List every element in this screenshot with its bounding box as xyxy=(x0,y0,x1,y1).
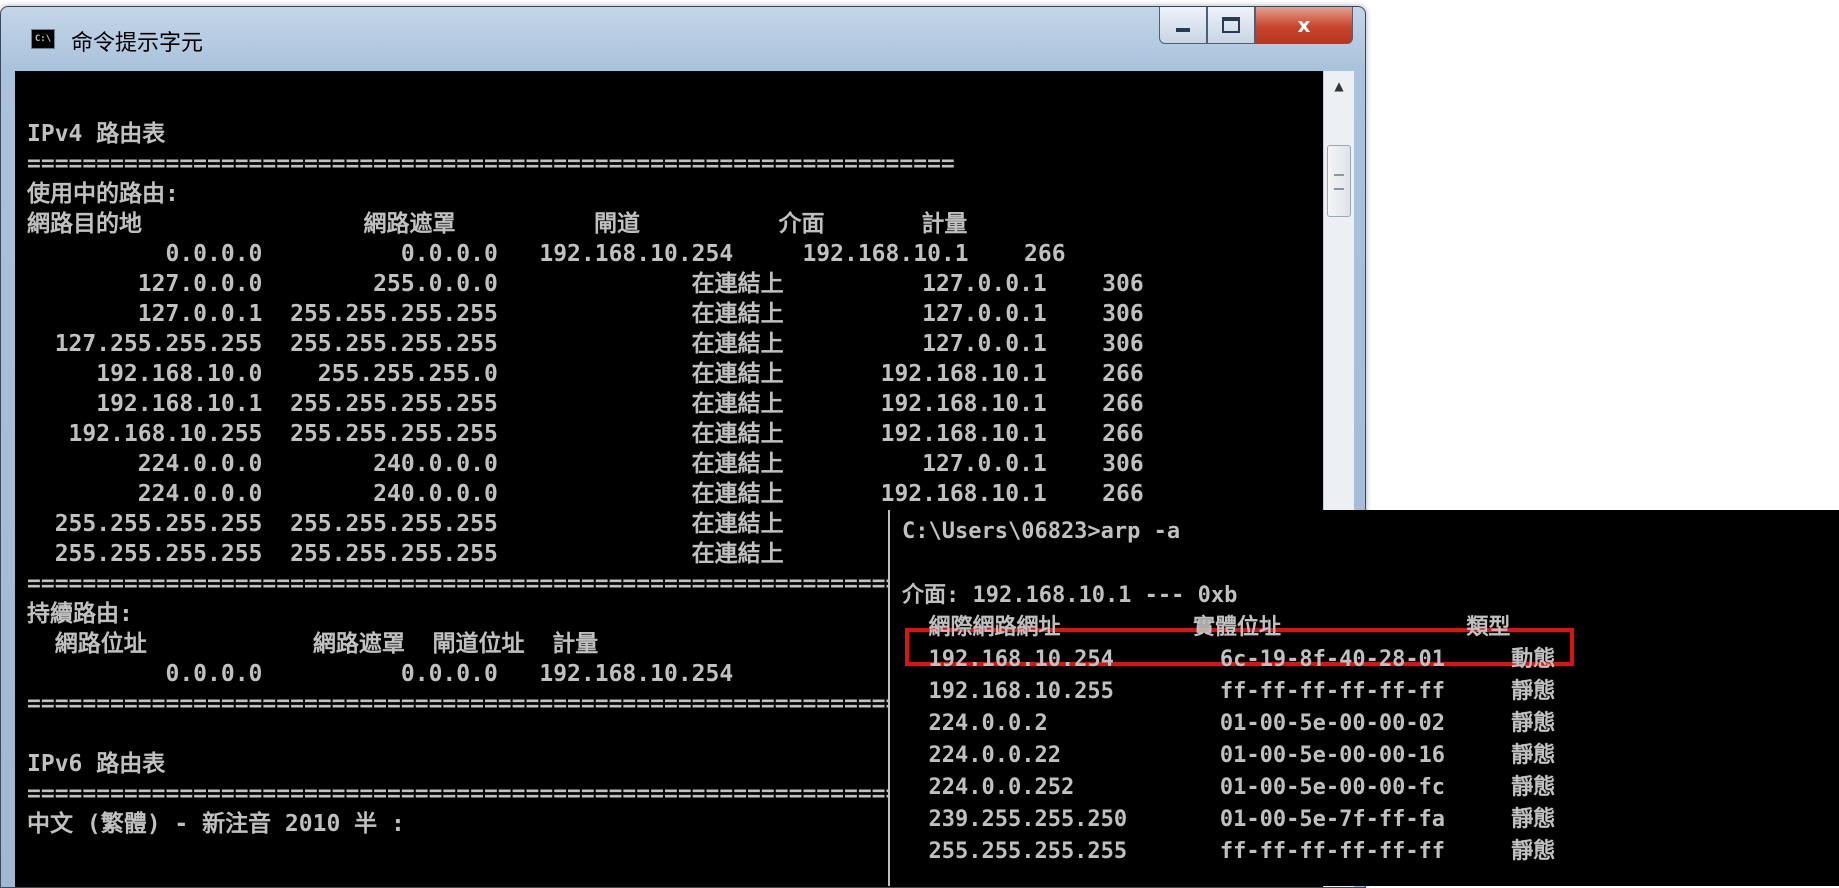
console-line: 224.0.0.252 01-00-5e-00-00-fc 靜態 xyxy=(902,775,1556,800)
title-bar[interactable]: C:\ 命令提示字元 x xyxy=(1,7,1365,71)
console-line: 192.168.10.255 ff-ff-ff-ff-ff-ff 靜態 xyxy=(902,679,1556,704)
window-controls: x xyxy=(1159,7,1353,45)
maximize-button[interactable] xyxy=(1207,7,1255,44)
minimize-button[interactable] xyxy=(1159,7,1207,44)
console-line: 255.255.255.255 255.255.255.255 在連結上 xyxy=(27,541,784,567)
console-line: 127.255.255.255 255.255.255.255 在連結上 127… xyxy=(27,331,1144,357)
console-line: 224.0.0.2 01-00-5e-00-00-02 靜態 xyxy=(902,711,1556,736)
console-line: IPv4 路由表 xyxy=(27,121,166,147)
console-line: 255.255.255.255 255.255.255.255 在連結上 xyxy=(27,511,784,537)
console-line: IPv6 路由表 xyxy=(27,751,166,777)
scroll-thumb[interactable] xyxy=(1327,145,1351,217)
console-line: 224.0.0.0 240.0.0.0 在連結上 127.0.0.1 306 xyxy=(27,451,1144,477)
console-line: 239.255.255.250 01-00-5e-7f-ff-fa 靜態 xyxy=(902,807,1556,832)
console-line: C:\Users\06823>arp -a xyxy=(902,519,1181,544)
console-line: 持續路由: xyxy=(27,601,133,627)
console-line: 192.168.10.0 255.255.255.0 在連結上 192.168.… xyxy=(27,361,1144,387)
console-line: 0.0.0.0 0.0.0.0 192.168.10.254 xyxy=(27,661,734,687)
console-line: ========================================… xyxy=(27,151,955,177)
scroll-up-arrow-icon[interactable]: ▲ xyxy=(1324,71,1354,101)
console-line: 192.168.10.1 255.255.255.255 在連結上 192.16… xyxy=(27,391,1144,417)
close-button[interactable]: x xyxy=(1255,7,1353,44)
console-line: 192.168.10.254 6c-19-8f-40-28-01 動態 xyxy=(902,647,1556,672)
minimize-icon xyxy=(1176,28,1190,32)
console-line: 使用中的路由: xyxy=(27,181,179,207)
console-line: 127.0.0.1 255.255.255.255 在連結上 127.0.0.1… xyxy=(27,301,1144,327)
console-line: 網際網路網址 實體位址 類型 xyxy=(902,615,1511,640)
cmd-icon: C:\ xyxy=(31,29,55,49)
console-line: 中文 (繁體) - 新注音 2010 半 : xyxy=(27,811,405,837)
console-line: 224.0.0.0 240.0.0.0 在連結上 192.168.10.1 26… xyxy=(27,481,1144,507)
window-title: 命令提示字元 xyxy=(71,31,204,56)
console-line: 介面: 192.168.10.1 --- 0xb xyxy=(902,583,1238,608)
console-line: 255.255.255.255 ff-ff-ff-ff-ff-ff 靜態 xyxy=(902,839,1556,864)
console-line: 127.0.0.0 255.0.0.0 在連結上 127.0.0.1 306 xyxy=(27,271,1144,297)
console-line: 網路位址 網路遮罩 閘道位址 計量 xyxy=(27,631,599,657)
scroll-grip-icon xyxy=(1334,174,1344,190)
console-line: ========================================… xyxy=(27,571,955,597)
maximize-icon xyxy=(1222,17,1240,33)
close-icon: x xyxy=(1297,13,1311,37)
console-line: 224.0.0.22 01-00-5e-00-00-16 靜態 xyxy=(902,743,1556,768)
arp-output-panel: C:\Users\06823>arp -a 介面: 192.168.10.1 --… xyxy=(888,510,1839,886)
console-line: ========================================… xyxy=(27,781,955,807)
console-line: 網路目的地 網路遮罩 閘道 介面 計量 xyxy=(27,211,968,237)
console-line: ========================================… xyxy=(27,691,955,717)
console-line: 0.0.0.0 0.0.0.0 192.168.10.254 192.168.1… xyxy=(27,241,1066,267)
console-line: 192.168.10.255 255.255.255.255 在連結上 192.… xyxy=(27,421,1144,447)
